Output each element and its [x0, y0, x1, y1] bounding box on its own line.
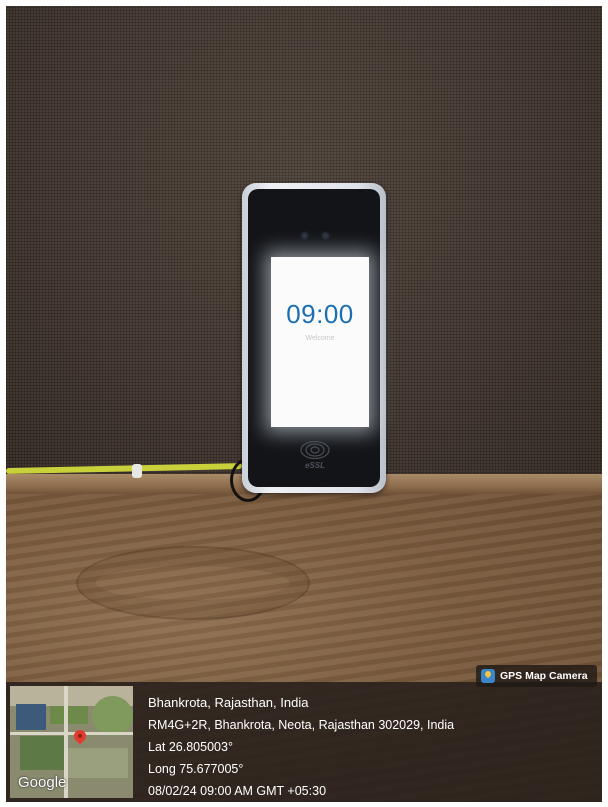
- map-field: [20, 736, 64, 770]
- wood-grain-pattern: [76, 546, 310, 620]
- map-roundabout: [92, 696, 133, 736]
- gps-map-camera-icon: [481, 669, 495, 683]
- map-field: [50, 706, 88, 724]
- longitude: Long 75.677005°: [148, 762, 244, 776]
- gps-info-text: Bhankrota, Rajasthan, India RM4G+2R, Bha…: [148, 692, 454, 802]
- camera-lens-left: [300, 231, 309, 240]
- map-area: [68, 748, 128, 778]
- device-screen: 09:00 Welcome: [271, 257, 369, 427]
- badge-label: GPS Map Camera: [500, 670, 588, 682]
- address: RM4G+2R, Bhankrota, Neota, Rajasthan 302…: [148, 718, 455, 732]
- timestamp: 08/02/24 09:00 AM GMT +05:30: [148, 784, 327, 798]
- map-pin-icon: [71, 727, 89, 745]
- mini-map: Google: [10, 686, 133, 798]
- screen-time: 09:00: [286, 299, 354, 329]
- device-brand: eSSL: [304, 461, 325, 470]
- latitude: Lat 26.805003°: [148, 740, 233, 754]
- google-logo: Google: [18, 774, 67, 791]
- location-title: Bhankrota, Rajasthan, India: [148, 695, 309, 710]
- map-road: [10, 732, 133, 735]
- map-building: [16, 704, 46, 730]
- nfc-icon: [300, 441, 330, 459]
- cable-tie: [132, 464, 142, 478]
- screen-subtext: Welcome: [305, 335, 335, 342]
- camera-lens-right: [321, 231, 330, 240]
- gps-map-camera-badge: GPS Map Camera: [476, 665, 597, 687]
- attendance-device: 09:00 Welcome eSSL: [242, 183, 386, 493]
- device-face: 09:00 Welcome eSSL: [248, 189, 380, 487]
